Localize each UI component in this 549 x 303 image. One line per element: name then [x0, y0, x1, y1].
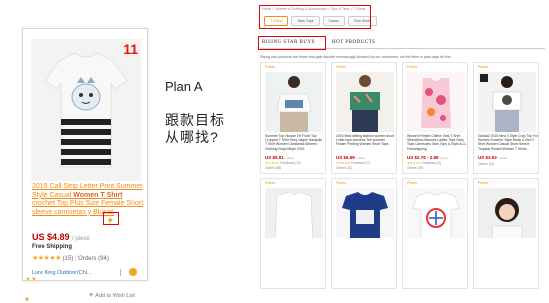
product-image[interactable] — [265, 72, 323, 132]
store-status-icon — [129, 268, 137, 276]
product-price: US $3.53 / piece — [478, 155, 507, 160]
points-label: Points — [407, 181, 417, 185]
order-count[interactable]: Orders (94) — [78, 256, 109, 262]
gift-icon: ■ — [25, 297, 29, 303]
product-card[interactable]: Points Summer Top Hoodie Tie Front Top C… — [260, 62, 326, 174]
points-label: Points — [265, 65, 275, 69]
star-icon: ★★★★★ — [336, 161, 351, 165]
product-image[interactable] — [336, 188, 394, 238]
model-photo — [265, 72, 323, 132]
feedback-row: ★★★★★ Feedback (4) — [407, 161, 441, 165]
model-photo — [478, 188, 536, 238]
pin-highlight-box — [103, 212, 119, 225]
section-description: Rising star products are those that gain… — [260, 55, 451, 59]
plan-label: Plan A — [165, 79, 203, 94]
breadcrumb-highlight-box — [259, 5, 371, 29]
points-label: Points — [478, 181, 488, 185]
tab-hot-products[interactable]: HOT PRODUCTS — [332, 40, 376, 45]
order-count: Orders (22) — [336, 166, 353, 170]
add-to-wishlist-link[interactable]: ♥ Add to Wish List — [89, 292, 135, 299]
review-count[interactable]: (15) — [63, 256, 74, 262]
question-line-2: 从哪找? — [165, 129, 219, 145]
star-icon: ★★★★★ — [407, 161, 422, 165]
product-photo — [407, 72, 465, 132]
order-count: Orders (39) — [407, 166, 424, 170]
points-label: Points — [407, 65, 417, 69]
order-count: Orders (14) — [478, 162, 495, 166]
product-card[interactable]: Points — [331, 178, 397, 289]
product-price: US $4.89 / piece — [32, 232, 90, 242]
star-icon: ★★★★★ — [265, 161, 280, 165]
rising-star-highlight-box — [258, 36, 326, 50]
tshirt-illustration — [44, 52, 128, 168]
product-card[interactable]: Points 2015 Best selling fashion women s… — [331, 62, 397, 174]
feedback-row: ★★★★★ Feedback (10) — [265, 161, 301, 165]
product-image[interactable]: 11 — [31, 39, 141, 181]
order-count: Orders (86) — [265, 166, 282, 170]
product-photo — [407, 188, 465, 238]
store-link[interactable]: Lure King Outdoor(Chi... — [32, 270, 92, 276]
heart-icon: ♥ — [89, 292, 94, 299]
product-title[interactable]: Global2 2015 New 4 Style Crop Top For Wo… — [478, 134, 538, 151]
product-card[interactable]: 11 2015 Call Strip Letter Print Summer S… — [22, 28, 148, 303]
product-price: US $2.76 - 2.89 / piece — [407, 155, 449, 160]
product-image[interactable] — [478, 188, 536, 238]
product-photo — [336, 188, 394, 238]
points-label: Points — [478, 65, 488, 69]
product-image[interactable] — [478, 72, 536, 132]
points-label: Points — [336, 181, 346, 185]
product-card[interactable]: Points — [473, 178, 539, 289]
product-title[interactable]: 2015 Best selling fashion women short t-… — [336, 134, 396, 147]
product-image[interactable] — [407, 188, 465, 238]
model-photo — [336, 72, 394, 132]
product-title[interactable]: Summer Top Hoodie Tie Front Top Cropped … — [265, 134, 325, 151]
product-price: US $5.01 / piece — [265, 155, 294, 160]
aliexpress-category-page: Home > Women's Clothing & Accessories > … — [256, 4, 549, 289]
shipping-label: Free Shipping — [32, 244, 73, 250]
product-card[interactable]: Points Women Printed Chiffon Vest T Shir… — [402, 62, 468, 174]
points-label: Points — [336, 65, 346, 69]
divider — [120, 269, 121, 276]
model-photo — [478, 72, 536, 132]
product-image[interactable] — [336, 72, 394, 132]
product-price: US $5.59 / piece — [336, 155, 365, 160]
rank-badge: 11 — [123, 41, 138, 57]
star-rating-icon: ★★★★★ — [32, 255, 61, 262]
feedback-row: ★★★★★ Feedback (7) — [336, 161, 370, 165]
medal-icon: ▼▼ — [25, 277, 37, 283]
product-card[interactable]: Points — [260, 178, 326, 289]
price-unit: / piece — [72, 236, 90, 242]
product-card[interactable]: Points Global2 2015 New 4 Style Crop Top… — [473, 62, 539, 174]
product-image[interactable] — [407, 72, 465, 132]
product-title[interactable]: 2015 Call Strip Letter Print Summer Styl… — [32, 183, 144, 217]
product-card[interactable]: Points — [402, 178, 468, 289]
pin-icon — [107, 217, 113, 225]
price-value: US $4.89 — [32, 232, 70, 242]
product-title[interactable]: Women Printed Chiffon Vest T Shirt Sleev… — [407, 134, 467, 151]
product-image[interactable] — [265, 188, 323, 238]
points-label: Points — [265, 181, 275, 185]
product-photo — [265, 188, 323, 238]
rating-row: ★★★★★ (15) | Orders (94) — [32, 255, 109, 262]
